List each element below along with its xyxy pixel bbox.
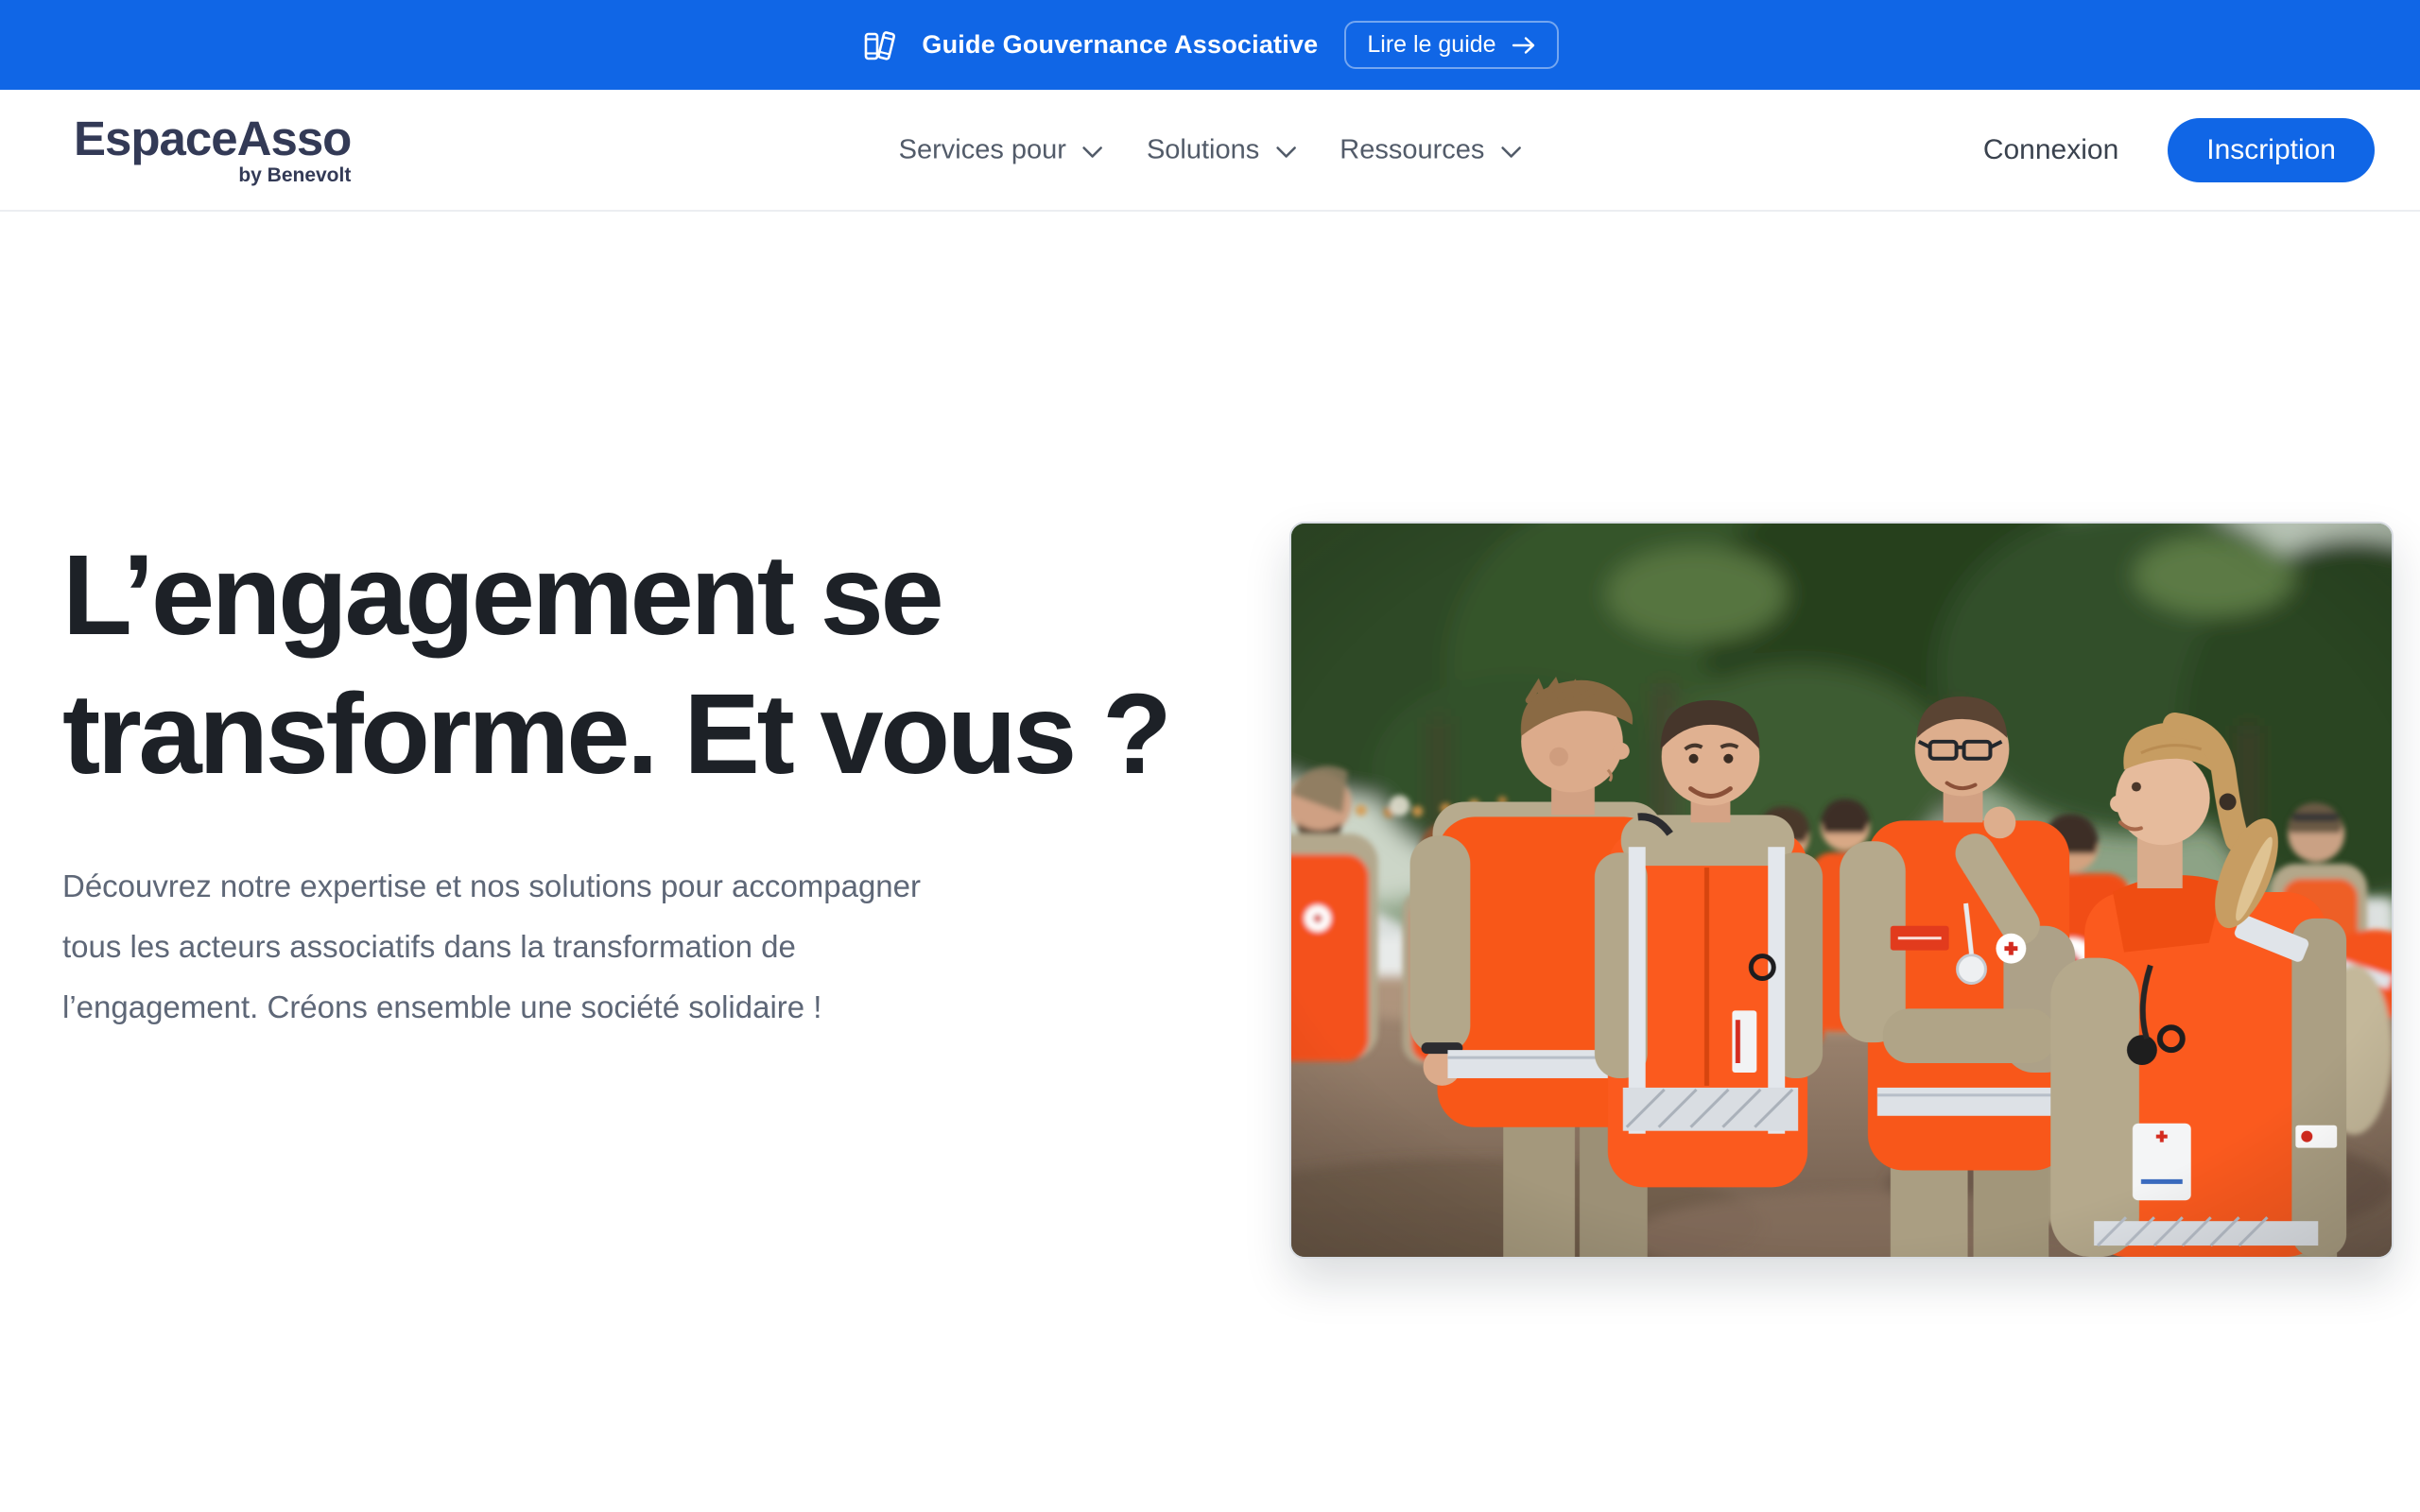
nav-item-label: Solutions bbox=[1147, 134, 1259, 165]
hero-description: Découvrez notre expertise et nos solutio… bbox=[62, 856, 937, 1038]
chevron-down-icon bbox=[1082, 146, 1103, 158]
chevron-down-icon bbox=[1500, 146, 1521, 158]
logo-title: EspaceAsso bbox=[74, 114, 351, 163]
logo[interactable]: EspaceAsso by Benevolt bbox=[74, 114, 351, 185]
volunteers-photo-illustration bbox=[1291, 524, 2392, 1257]
nav-item-solutions[interactable]: Solutions bbox=[1147, 134, 1296, 165]
nav-item-label: Services pour bbox=[899, 134, 1066, 165]
login-link[interactable]: Connexion bbox=[1983, 134, 2118, 166]
site-header: EspaceAsso by Benevolt Services pour Sol… bbox=[0, 90, 2420, 212]
nav-item-ressources[interactable]: Ressources bbox=[1340, 134, 1521, 165]
read-guide-button[interactable]: Lire le guide bbox=[1344, 21, 1558, 69]
nav-item-label: Ressources bbox=[1340, 134, 1484, 165]
read-guide-label: Lire le guide bbox=[1367, 31, 1495, 59]
hero-section: L’engagement se transforme. Et vous ? Dé… bbox=[0, 212, 2420, 1512]
chevron-down-icon bbox=[1275, 146, 1296, 158]
header-actions: Connexion Inscription bbox=[1983, 118, 2375, 182]
nav-item-services-pour[interactable]: Services pour bbox=[899, 134, 1103, 165]
books-icon bbox=[861, 26, 899, 64]
hero-text-block: L’engagement se transforme. Et vous ? Dé… bbox=[62, 525, 1220, 1038]
banner-text: Guide Gouvernance Associative bbox=[922, 30, 1318, 60]
announcement-banner[interactable]: Guide Gouvernance Associative Lire le gu… bbox=[0, 0, 2420, 90]
arrow-right-icon bbox=[1512, 35, 1536, 56]
hero-image bbox=[1289, 522, 2394, 1259]
signup-button[interactable]: Inscription bbox=[2168, 118, 2375, 182]
logo-subtitle: by Benevolt bbox=[74, 165, 351, 185]
main-nav: Services pour Solutions Ressources bbox=[899, 134, 1522, 165]
hero-title: L’engagement se transforme. Et vous ? bbox=[62, 525, 1220, 803]
